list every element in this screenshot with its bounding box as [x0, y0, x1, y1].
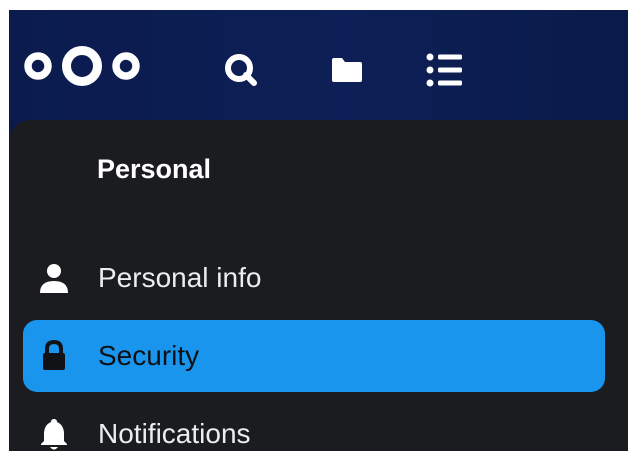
nav-item-label: Security	[98, 340, 200, 371]
folder-icon[interactable]	[325, 48, 369, 92]
nav-item-security[interactable]: Security	[23, 320, 605, 392]
nextcloud-logo[interactable]	[19, 44, 145, 88]
section-title-personal: Personal	[97, 154, 212, 184]
activity-list-icon[interactable]	[423, 48, 467, 92]
nav-item-personal-info[interactable]: Personal info	[23, 242, 605, 314]
app-window: Personal Personal info Security Notifica…	[9, 10, 628, 451]
bell-icon	[36, 416, 72, 451]
nav-item-notifications[interactable]: Notifications	[23, 398, 605, 451]
nav-item-label: Personal info	[98, 262, 262, 293]
settings-navigation: Personal Personal info Security Notifica…	[9, 120, 628, 451]
person-icon	[36, 260, 72, 296]
lock-icon	[36, 338, 72, 374]
search-icon[interactable]	[219, 48, 263, 92]
nav-item-label: Notifications	[98, 418, 251, 449]
top-header-bar	[9, 10, 628, 122]
